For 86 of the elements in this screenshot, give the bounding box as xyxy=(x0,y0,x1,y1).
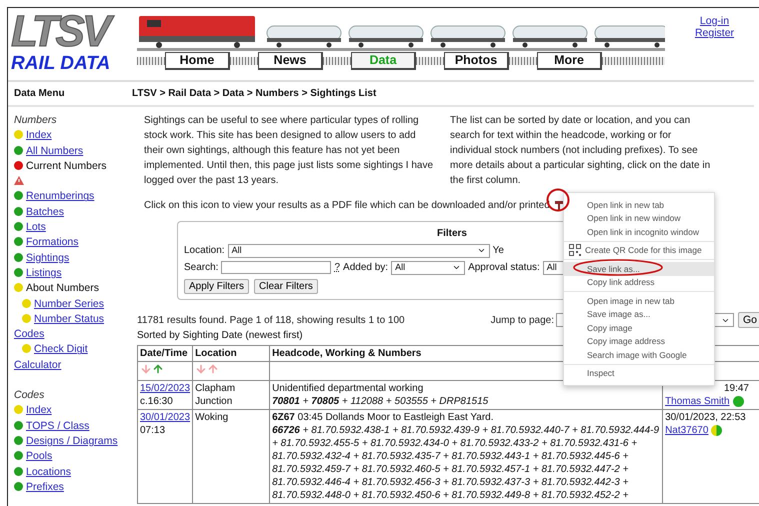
warning-icon xyxy=(14,176,24,186)
approval-label: Approval status: xyxy=(468,261,540,275)
stock-numbers: 66726 + 81.70.5932.438-1 + 81.70.5932.439-9 + 81.70.5932.440-7 + 81.70.5932.444-9 + 81.70.5932.455-5 + 81.70.5932.434-0 + 81.70.5932.433-2 + 81.70.5932.431-6 + 81.70.5932.432-4 + 81.70.5932.435-7 + 81.70.5932.443-1 + 81.70.5932.445-6 + 81.70.5932.459-7 + 81.70.5932.460-5 + 81.70.5932.457-1 + 81.70.5932.447-2 + 81.70.5932.446-4 + 81.70.5932.456-3 + 81.70.5932.437-3 + 81.70.5932.442-3 + 81.70.5932.448-0 + 81.70.5932.450-6 + 81.70.5932.449-8 + 81.70.5932.452-2 + xyxy=(272,424,660,502)
menu-label: About Numbers xyxy=(14,281,132,297)
added-by-label: Added by: xyxy=(343,261,388,275)
column-header: Location xyxy=(192,346,270,362)
menu-link[interactable]: Prefixes xyxy=(14,480,132,496)
menu-item[interactable]: Open link in incognito window xyxy=(564,225,714,238)
user-link[interactable]: Thomas Smith xyxy=(665,395,730,408)
menu-link[interactable]: Number Series xyxy=(14,296,132,312)
menu-link[interactable]: All Numbers xyxy=(14,144,132,159)
nav-tab[interactable]: Home xyxy=(165,52,230,70)
approval-select[interactable]: All xyxy=(542,260,565,274)
menu-item[interactable]: Copy image address xyxy=(564,334,714,348)
date-link[interactable]: 15/02/2023 xyxy=(140,383,190,394)
account-link[interactable]: Log-in xyxy=(700,15,730,27)
menu-link[interactable]: Check Digit Calculator xyxy=(14,342,132,374)
menu-item[interactable]: Copy link address xyxy=(564,276,714,289)
qr-code-icon xyxy=(569,244,581,256)
added-by-select[interactable]: All xyxy=(391,260,466,274)
menu-item[interactable]: Open image in new tab xyxy=(564,294,714,308)
menu-link[interactable]: Index xyxy=(14,403,132,419)
nav-tab[interactable]: More xyxy=(537,52,602,70)
menu-link[interactable]: Number Status Codes xyxy=(14,312,132,342)
working-text: 6Z67 03:45 Dollands Moor to Eastleigh East Yard. xyxy=(272,411,494,424)
menu-item[interactable]: Copy image xyxy=(564,321,714,334)
added-time: 30/01/2023, 22:53 xyxy=(665,411,747,424)
date-link[interactable]: 30/01/2023 xyxy=(140,412,190,423)
menu-item[interactable]: Create QR Code for this image xyxy=(564,244,714,257)
filter-button[interactable]: Clear Filters xyxy=(254,279,318,294)
nav-tab[interactable]: Photos xyxy=(444,52,509,70)
caret-icon xyxy=(476,246,486,255)
menu-heading: Codes xyxy=(14,388,46,404)
menu-item[interactable]: Save image as... xyxy=(564,308,714,321)
location-cell: Clapham Junction xyxy=(192,380,270,410)
menu-link[interactable]: Pools xyxy=(14,449,132,465)
menu-heading: Numbers xyxy=(14,113,58,128)
user-link[interactable]: Nat37670 xyxy=(665,424,708,437)
menu-item[interactable]: Inspect xyxy=(564,366,714,380)
menu-label: Current Numbers xyxy=(14,158,132,174)
menu-title: Data Menu xyxy=(14,88,66,99)
sort-down-icon[interactable] xyxy=(140,363,152,375)
location-label: Location: xyxy=(184,244,225,258)
added-time: 19:47 xyxy=(722,382,750,395)
filter-button[interactable]: Apply Filters xyxy=(184,279,250,294)
intro-paragraph: Sightings can be useful to see where particular types of rolling stock work. This site has been designed to allow users to add their own sightings, although this feature has not yet been implemented. Until then, this page just lists some sightings I have logged over the past 13 years. xyxy=(144,114,434,188)
menu-link[interactable]: Listings xyxy=(14,266,132,282)
caret-icon xyxy=(452,263,462,272)
search-label: Search: xyxy=(184,261,218,275)
account-link[interactable]: Register xyxy=(694,27,734,39)
intro-paragraph: The list can be sorted by date or location, and you can search for text within the headcode, working or for individual stock numbers (not including prefixes). To see more details about a particular sighting, click on the date in the first column. xyxy=(450,114,712,188)
menu-link[interactable]: Designs / Diagrams xyxy=(14,434,132,450)
menu-link[interactable]: Formations xyxy=(14,235,132,251)
sort-up-icon[interactable] xyxy=(152,363,164,375)
breadcrumb: LTSV > Rail Data > Data > Numbers > Sightings List xyxy=(132,88,376,99)
stock-numbers: 70801 + 70805 + 112088 + 503555 + DRP81515 xyxy=(272,395,490,408)
menu-link[interactable]: TOPS / Class xyxy=(14,418,132,434)
menu-link[interactable]: Lots xyxy=(14,220,132,236)
menu-item[interactable]: Open link in new tab xyxy=(564,198,714,212)
go-button[interactable]: Go xyxy=(738,312,759,328)
search-field[interactable] xyxy=(221,261,332,274)
jump-label: Jump to page: xyxy=(490,314,554,328)
menu-item[interactable]: Save link as... xyxy=(564,262,714,276)
logo-letters: LTSV xyxy=(11,10,133,54)
menu-link[interactable]: Renumberings xyxy=(14,189,132,205)
help-link[interactable]: ? xyxy=(334,260,340,275)
time-cell-text: c.16:30 xyxy=(140,395,174,408)
results-summary: 11781 results found. Page 1 of 118, showing results 1 to 100 xyxy=(137,314,406,328)
menu-link[interactable]: Sightings xyxy=(14,250,132,266)
sort-down-icon[interactable] xyxy=(195,363,208,375)
nav-tab[interactable]: News xyxy=(258,52,323,70)
year-label: Ye xyxy=(492,244,504,258)
location-select[interactable]: All xyxy=(228,244,490,258)
menu-link[interactable]: Batches xyxy=(14,204,132,220)
menu-link[interactable]: Locations xyxy=(14,464,132,480)
filters-title: Filters xyxy=(436,227,468,241)
logo-subtitle: RAIL DATA xyxy=(11,54,112,74)
menu-item[interactable]: Open link in new window xyxy=(564,212,714,225)
time-cell-text: 07:13 xyxy=(140,424,166,437)
menu-link[interactable]: Index xyxy=(14,128,132,144)
sort-note: Sorted by Sighting Date (newest first) xyxy=(137,329,303,343)
column-header: Date/Time xyxy=(138,346,193,362)
pdf-icon[interactable] xyxy=(554,200,564,211)
sort-up-icon[interactable] xyxy=(207,363,220,375)
working-text: Unidentified departmental working xyxy=(272,382,424,395)
location-cell: Woking xyxy=(192,410,270,504)
